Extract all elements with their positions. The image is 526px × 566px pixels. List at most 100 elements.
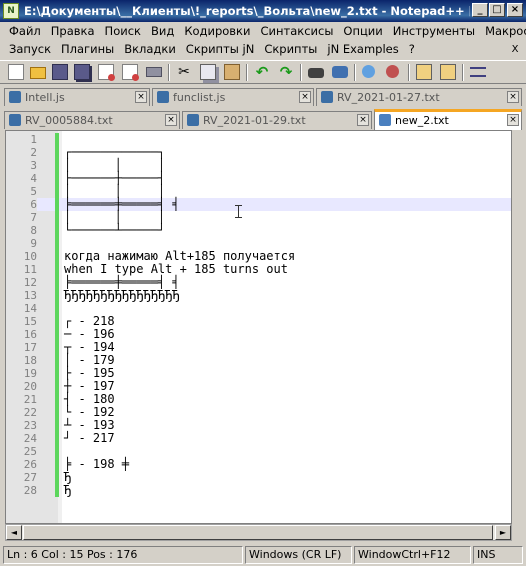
tab-close-icon[interactable]: × <box>135 91 147 103</box>
line-number: 24 <box>23 432 37 445</box>
menu-item-row1-4[interactable]: Кодировки <box>179 22 255 40</box>
menu-item-row2-0[interactable]: Запуск <box>4 40 56 58</box>
editor-line[interactable]: 26 ╞ - 198 ╪ <box>6 458 511 471</box>
change-marker <box>55 172 59 185</box>
scroll-left-button[interactable]: ◄ <box>6 525 22 540</box>
menu-item-row1-6[interactable]: Опции <box>338 22 387 40</box>
tab-close-icon[interactable]: × <box>507 91 519 103</box>
change-marker <box>55 133 59 146</box>
sync-horizontal-icon[interactable] <box>440 64 456 80</box>
editor-line[interactable]: 24 ┘ - 217 <box>6 432 511 445</box>
line-number: 27 <box>23 471 37 484</box>
menu-item-row2-1[interactable]: Плагины <box>56 40 119 58</box>
horizontal-scrollbar[interactable]: ◄ ► <box>5 524 512 541</box>
change-marker <box>55 432 59 445</box>
wrap-icon[interactable] <box>470 67 486 77</box>
line-number: 18 <box>23 354 37 367</box>
change-marker <box>55 224 59 237</box>
editor-line[interactable]: 28 Ђ <box>6 484 511 497</box>
menu-item-row1-1[interactable]: Правка <box>46 22 100 40</box>
undo-icon[interactable]: ↶ <box>254 64 270 80</box>
redo-icon[interactable]: ↷ <box>278 64 294 80</box>
minimize-button[interactable]: _ <box>472 3 488 17</box>
file-icon <box>9 91 21 103</box>
line-number: 2 <box>30 146 37 159</box>
change-marker <box>55 211 59 224</box>
change-marker <box>55 484 59 497</box>
save-icon[interactable] <box>52 64 68 80</box>
tab-close-icon[interactable]: × <box>507 114 519 126</box>
menu-item-row2-3[interactable]: Скрипты jN <box>181 40 260 58</box>
tab-row-1: Intell.js × funclist.js × RV_2021-01-27.… <box>0 85 526 107</box>
status-bar: Ln : 6 Col : 15 Pos : 176 Windows (CR LF… <box>0 544 526 566</box>
change-marker <box>55 237 59 250</box>
line-number: 20 <box>23 380 37 393</box>
menu-item-row2-6[interactable]: ? <box>404 40 420 58</box>
tab-new-2-txt[interactable]: new_2.txt × <box>374 109 522 130</box>
new-file-icon[interactable] <box>8 64 24 80</box>
line-number: 6 <box>6 198 37 211</box>
find-icon[interactable] <box>308 68 324 78</box>
close-icon[interactable] <box>98 64 115 81</box>
scrollbar-thumb[interactable] <box>23 525 493 540</box>
zoom-out-icon[interactable] <box>386 65 399 78</box>
menu-item-row2-5[interactable]: jN Examples <box>322 40 403 58</box>
menu-item-row1-2[interactable]: Поиск <box>100 22 146 40</box>
menu-item-row2-4[interactable]: Скрипты <box>259 40 322 58</box>
menu-item-row2-2[interactable]: Вкладки <box>119 40 181 58</box>
change-marker <box>55 198 59 211</box>
file-icon <box>379 114 391 126</box>
editor[interactable]: 1 2 ┌────────────┐ 3 │ │ │ 4 ├──────┼─────┤ 5 │ … <box>5 130 512 524</box>
change-marker <box>55 289 59 302</box>
tab-funclist-js[interactable]: funclist.js × <box>152 88 314 106</box>
tab-rv-2021-01-27[interactable]: RV_2021-01-27.txt × <box>316 88 522 106</box>
menu-item-row1-5[interactable]: Синтаксисы <box>255 22 338 40</box>
line-text: ЂЂЂЂЂЂЂЂЂЂЂЂЂЂЂЂ <box>64 288 180 302</box>
print-icon[interactable] <box>146 67 162 77</box>
file-icon <box>321 91 333 103</box>
file-icon <box>187 114 199 126</box>
editor-lines: 1 2 ┌────────────┐ 3 │ │ │ 4 ├──────┼─────┤ 5 │ … <box>6 133 511 497</box>
line-number: 22 <box>23 406 37 419</box>
tab-close-icon[interactable]: × <box>357 114 369 126</box>
cut-icon[interactable]: ✂ <box>176 64 192 80</box>
tab-close-icon[interactable]: × <box>165 114 177 126</box>
status-mode: INS <box>473 546 523 564</box>
sync-vertical-icon[interactable] <box>416 64 432 80</box>
tab-rv-2021-01-29[interactable]: RV_2021-01-29.txt × <box>182 111 372 129</box>
paste-icon[interactable] <box>224 64 240 80</box>
line-number: 14 <box>23 302 37 315</box>
editor-line[interactable]: 8 └──────┴─────┘ <box>6 223 511 237</box>
open-file-icon[interactable] <box>30 67 46 79</box>
copy-icon[interactable] <box>200 64 216 80</box>
menu-item-row1-0[interactable]: Файл <box>4 22 46 40</box>
close-window-button[interactable]: × <box>507 3 523 17</box>
save-all-icon[interactable] <box>74 64 90 80</box>
replace-icon[interactable] <box>332 66 348 78</box>
close-all-icon[interactable] <box>122 64 139 81</box>
status-position: Ln : 6 Col : 15 Pos : 176 <box>3 546 243 564</box>
toolbar: ✂ ↶ ↷ <box>0 60 526 84</box>
line-number: 5 <box>30 185 37 198</box>
line-number: 23 <box>23 419 37 432</box>
tab-intell-js[interactable]: Intell.js × <box>4 88 150 106</box>
editor-line[interactable]: 27 Ђ <box>6 471 511 484</box>
menu-item-row1-8[interactable]: Макросы <box>480 22 526 40</box>
status-encoding[interactable]: WindowCtrl+F12 <box>354 546 471 564</box>
line-number: 3 <box>30 159 37 172</box>
tab-label: funclist.js <box>173 91 226 104</box>
tab-row-2: RV_0005884.txt × RV_2021-01-29.txt × new… <box>0 108 526 130</box>
tab-close-icon[interactable]: × <box>299 91 311 103</box>
close-doc-icon[interactable]: X <box>508 43 522 57</box>
zoom-in-icon[interactable] <box>362 65 375 78</box>
menu-item-row1-7[interactable]: Инструменты <box>388 22 480 40</box>
editor-line[interactable]: 13 ЂЂЂЂЂЂЂЂЂЂЂЂЂЂЂЂ <box>6 288 511 302</box>
line-number: 28 <box>23 484 37 497</box>
menu-item-row1-3[interactable]: Вид <box>146 22 179 40</box>
maximize-button[interactable]: □ <box>489 3 505 17</box>
status-eol[interactable]: Windows (CR LF) <box>245 546 352 564</box>
line-text: └──────┴─────┘ <box>64 223 166 237</box>
scroll-right-button[interactable]: ► <box>495 525 511 540</box>
tab-rv-0005884[interactable]: RV_0005884.txt × <box>4 111 180 129</box>
line-number: 11 <box>23 263 37 276</box>
